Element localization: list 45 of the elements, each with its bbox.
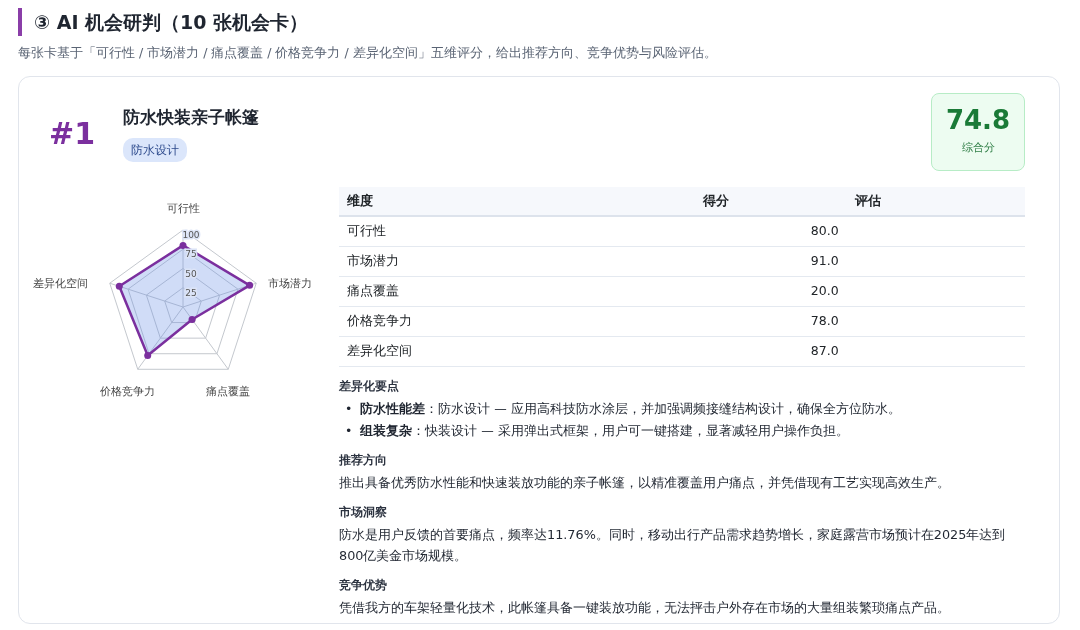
column-header: 得分 [585,186,847,216]
score-value: 74.8 [944,105,1012,135]
section-heading: 竞争优势 [339,577,388,594]
card-title: 防水快装亲子帐篷 [123,105,260,129]
paragraph: 防水是用户反馈的首要痛点，频率达11.76%。同时，移动出行产品需求趋势增长，家庭露营市场预计在2025年达到800亿美金市场规模。 [339,526,1007,565]
table-cell: 87.0 [585,336,847,367]
table-cell: 差异化空间 [339,336,586,367]
table-cell: 可行性 [339,215,586,247]
column-header: 维度 [339,186,586,216]
tick-label: 50 [185,268,197,279]
table-cell: 91.0 [585,246,847,277]
section-title: ③ AI 机会研判（10 张机会卡） [18,8,1060,36]
data-point [246,281,254,289]
paragraph: 凭借我方的车架轻量化技术，此帐篷具备一键装放功能，无法抨击户外存在市场的大量组装繁琐痛点产品。 [339,599,951,618]
paragraph: 推出具备优秀防水性能和快速装放功能的亲子帐篷，以精准覆盖用户痛点，并凭借现有工艺实现高效生产。 [339,473,951,492]
tick-label: 25 [185,287,197,298]
section-heading: 市场洞察 [339,504,388,521]
tick-label: 75 [185,249,197,259]
bullet-item: 防水性能差：防水设计 — 应用高科技防水涂层，并加强调频接缝结构设计，确保全方位防水。 [360,399,901,418]
axis-label: 痛点覆盖 [206,385,251,398]
axis-label: 可行性 [166,201,200,214]
axis-label: 市场潜力 [268,276,313,289]
data-point [179,241,187,249]
column-header: 评估 [846,186,1025,216]
table-cell: 78.0 [585,306,847,337]
data-point [144,351,152,359]
table-cell: 80.0 [585,215,847,247]
bullet-marker: • [345,421,353,440]
table-cell: 痛点覆盖 [339,276,586,307]
table-cell: 市场潜力 [339,246,586,277]
table-cell: 价格竞争力 [339,306,586,337]
axis-label: 价格竞争力 [100,385,156,398]
section-heading: 差异化要点 [339,377,400,394]
tick-label: 100 [182,229,200,240]
table-cell: 20.0 [585,276,847,307]
axis-label: 差异化空间 [32,276,88,289]
bullet-item: 组装复杂：快装设计 — 采用弹出式框架，用户可一键搭建，显著减轻用户操作负担。 [360,421,849,440]
section-heading: 推荐方向 [339,451,388,468]
bullet-marker: • [345,399,353,418]
section-subtitle: 每张卡基于「可行性 / 市场潜力 / 痛点覆盖 / 价格竞争力 / 差异化空间」五维评分，给出推荐方向、竞争优势与风险评估。 [18,44,718,62]
data-point [115,282,123,290]
score-label: 综合分 [960,140,996,157]
data-point [188,315,196,323]
rank-number: #1 [48,114,96,153]
tag: 防水设计 [123,138,187,163]
